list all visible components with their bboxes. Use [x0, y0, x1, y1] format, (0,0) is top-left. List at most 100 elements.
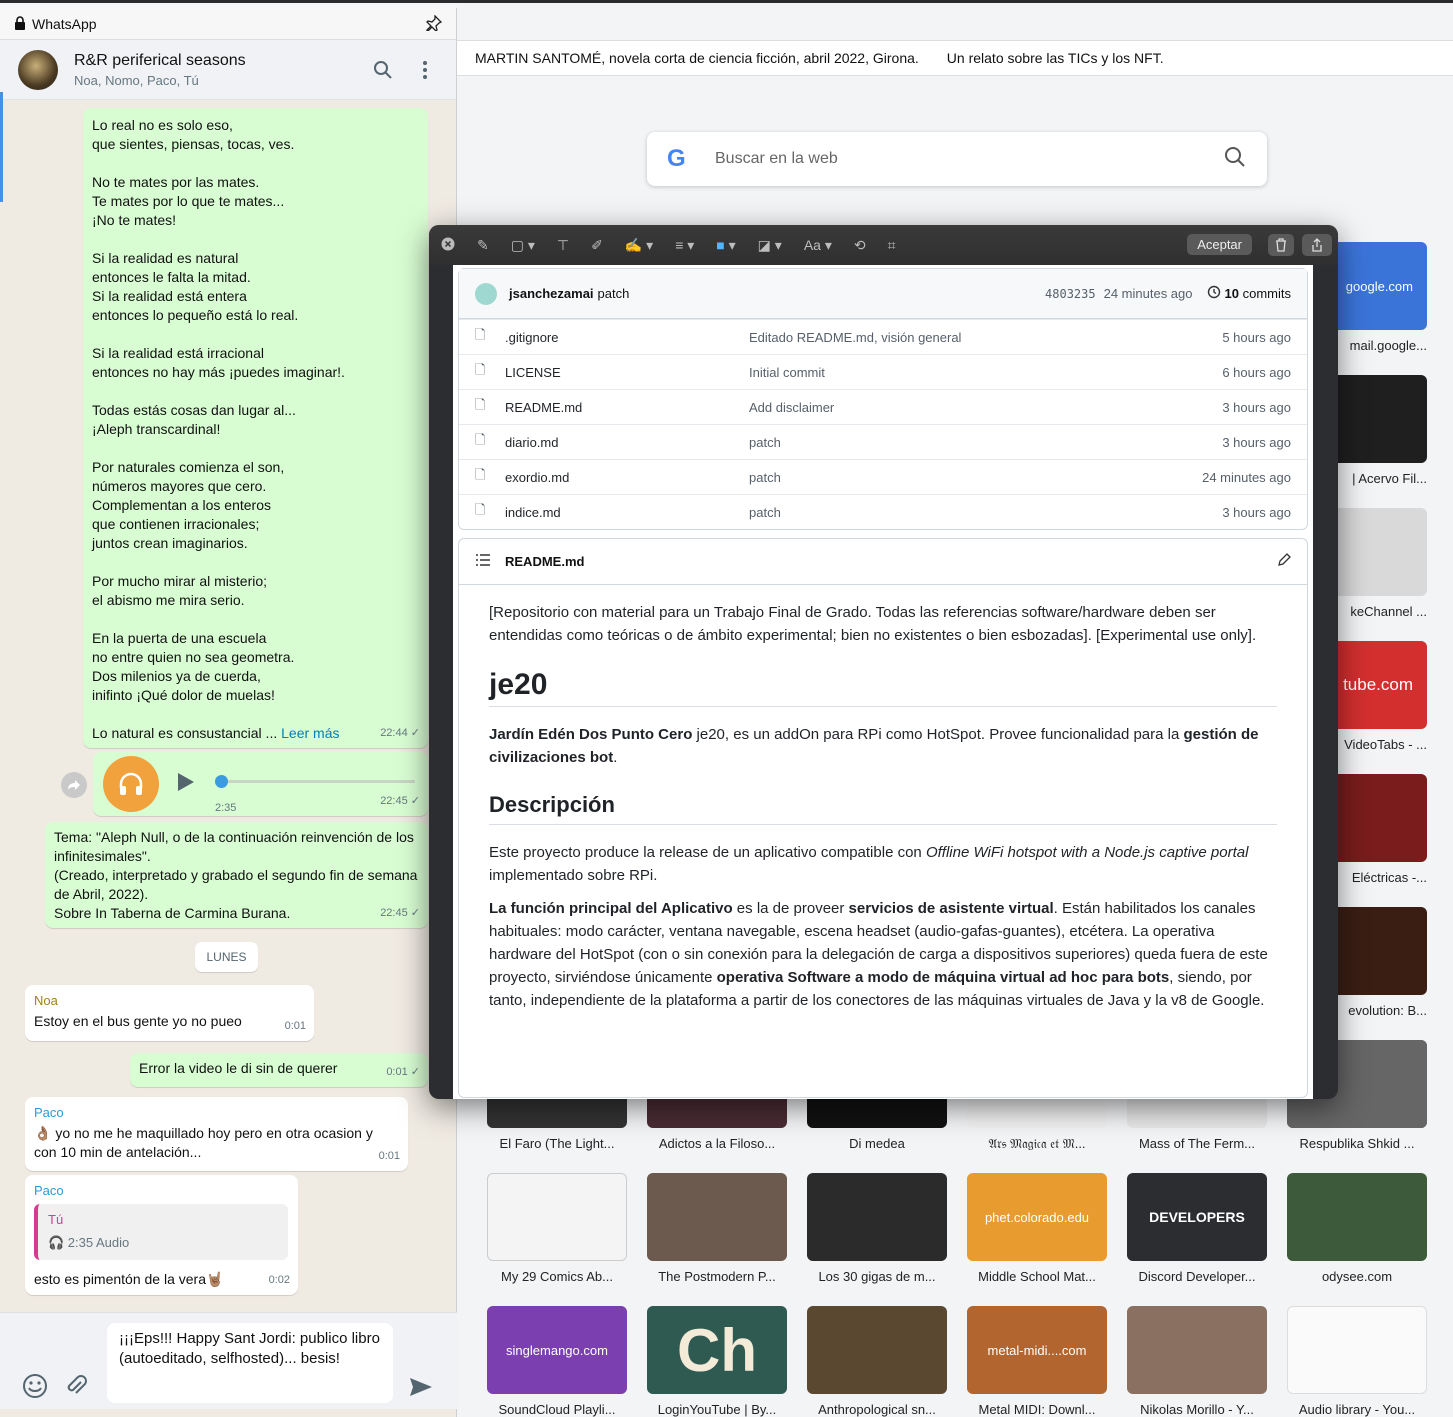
web-search-box[interactable]: G Buscar en la web [647, 132, 1267, 186]
file-commit-message[interactable]: Add disclaimer [749, 400, 1222, 415]
shortcut-tile[interactable]: My 29 Comics Ab... [487, 1173, 627, 1284]
message-input[interactable]: ¡¡¡Eps!!! Happy Sant Jordi: publico libr… [107, 1323, 393, 1403]
commit-author[interactable]: jsanchezamai [509, 286, 594, 301]
forward-button[interactable] [61, 772, 87, 798]
list-icon[interactable] [475, 554, 491, 569]
message-text: Estoy en el bus gente yo no pueo [34, 1013, 242, 1029]
crop-icon[interactable]: ⌗ [888, 237, 896, 254]
chat-header[interactable]: R&R periferical seasons Noa, Nomo, Paco,… [0, 40, 456, 100]
textbox-icon[interactable]: ⊤ [557, 237, 569, 254]
readme-header: README.md [459, 539, 1307, 585]
file-name[interactable]: LICENSE [505, 365, 749, 380]
message-bubble-own[interactable]: Error la video le di sin de querer 0:01 … [130, 1053, 428, 1087]
bold-text: operativa Software a modo de máquina vir… [716, 969, 1170, 986]
file-date: 3 hours ago [1222, 399, 1291, 415]
chat-name: R&R periferical seasons [74, 51, 246, 69]
tile-caption: Discord Developer... [1138, 1269, 1256, 1284]
quoted-message[interactable]: Tú 🎧 2:35 Audio [34, 1204, 288, 1260]
trash-icon[interactable] [1268, 234, 1294, 256]
group-avatar[interactable] [18, 49, 58, 90]
commit-message[interactable]: patch [598, 286, 1045, 301]
edit-pencil-icon[interactable] [1277, 553, 1291, 570]
font-style-button[interactable]: Aa ▾ [804, 237, 832, 254]
latest-commit-bar: jsanchezamai patch 4803235 24 minutes ag… [459, 269, 1307, 319]
emoji-icon[interactable] [22, 1373, 48, 1404]
shortcut-tile[interactable]: odysee.com [1287, 1173, 1427, 1284]
headphones-icon [103, 756, 159, 812]
file-name[interactable]: .gitignore [505, 330, 749, 345]
file-row[interactable]: 🗋 exordio.md patch 24 minutes ago [459, 459, 1307, 494]
readme-title: README.md [505, 554, 585, 569]
line-style-icon[interactable]: ≡ ▾ [675, 237, 694, 254]
search-icon[interactable] [1223, 145, 1247, 174]
tile-caption: Di medea [849, 1136, 905, 1151]
sketch-icon[interactable]: ✎ [477, 237, 489, 254]
border-color-icon[interactable]: ■ ▾ [716, 237, 735, 254]
shortcut-tile[interactable]: Nikolas Morillo - Y... [1127, 1306, 1267, 1417]
fill-color-icon[interactable]: ◪ ▾ [758, 237, 782, 254]
file-icon: 🗋 [475, 432, 486, 447]
file-name[interactable]: indice.md [505, 505, 749, 520]
file-name[interactable]: exordio.md [505, 470, 749, 485]
file-name[interactable]: diario.md [505, 435, 749, 450]
bookmark-item[interactable]: Un relato sobre las TICs y los NFT. [947, 50, 1164, 66]
menu-icon[interactable] [412, 57, 438, 83]
shortcut-tile[interactable]: phet.colorado.edu Middle School Mat... [967, 1173, 1107, 1284]
message-bubble-description[interactable]: Tema: "Aleph Null, o de la continuación … [45, 822, 428, 928]
attach-icon[interactable] [64, 1373, 88, 1404]
shortcut-tile[interactable]: The Postmodern P... [647, 1173, 787, 1284]
read-more-link[interactable]: Leer más [281, 725, 339, 741]
message-bubble-poem[interactable]: Lo real no es solo eso, que sientes, pie… [83, 108, 428, 748]
commit-count-link[interactable]: 10 commits [1225, 286, 1291, 301]
shortcut-tile[interactable]: DEVELOPERS Discord Developer... [1127, 1173, 1267, 1284]
file-date: 6 hours ago [1222, 364, 1291, 380]
file-commit-message[interactable]: patch [749, 470, 1202, 485]
file-row[interactable]: 🗋 LICENSE Initial commit 6 hours ago [459, 354, 1307, 389]
shortcut-tile[interactable]: metal-midi....com Metal MIDI: Downl... [967, 1306, 1107, 1417]
tile-caption: Respublika Shkid ... [1299, 1136, 1415, 1151]
play-icon[interactable] [177, 772, 195, 797]
file-row[interactable]: 🗋 README.md Add disclaimer 3 hours ago [459, 389, 1307, 424]
voice-message-bubble[interactable]: 2:35 22:45 ✓ [93, 752, 428, 816]
send-icon[interactable] [409, 1377, 433, 1402]
rotate-icon[interactable]: ⟲ [854, 237, 866, 254]
file-icon: 🗋 [475, 467, 486, 482]
message-bubble-noa[interactable]: Noa Estoy en el bus gente yo no pueo 0:0… [25, 985, 314, 1041]
shortcut-tile[interactable]: Audio library - You... [1287, 1306, 1427, 1417]
close-icon[interactable] [441, 237, 455, 254]
highlight-icon[interactable]: ✐ [591, 237, 603, 254]
file-commit-message[interactable]: patch [749, 435, 1222, 450]
commit-count: 10 [1224, 286, 1239, 301]
audio-progress-track[interactable] [221, 780, 415, 783]
shortcut-tile[interactable]: singlemango.com SoundCloud Playli... [487, 1306, 627, 1417]
commit-hash[interactable]: 4803235 [1045, 287, 1096, 301]
file-commit-message[interactable]: Editado README.md, visión general [749, 330, 1222, 345]
file-commit-message[interactable]: Initial commit [749, 365, 1222, 380]
signature-icon[interactable]: ✍ ▾ [625, 237, 653, 254]
file-commit-message[interactable]: patch [749, 505, 1222, 520]
file-name[interactable]: README.md [505, 400, 749, 415]
user-avatar-icon [475, 282, 497, 305]
shapes-icon[interactable]: ▢ ▾ [511, 237, 535, 254]
share-icon[interactable] [1302, 234, 1332, 256]
search-icon[interactable] [370, 57, 396, 83]
message-bubble-paco[interactable]: Paco 👌🏽 yo no me he maquillado hoy pero … [25, 1097, 408, 1171]
file-row[interactable]: 🗋 diario.md patch 3 hours ago [459, 424, 1307, 459]
bold-text: Jardín Edén Dos Punto Cero [489, 726, 693, 743]
pin-icon[interactable] [426, 14, 443, 34]
message-bubble-paco-reply[interactable]: Paco Tú 🎧 2:35 Audio esto es pimentón de… [25, 1175, 298, 1295]
message-time: 22:44 ✓ [380, 727, 420, 739]
audio-progress-thumb[interactable] [215, 775, 228, 788]
readme-subheading: Descripción [489, 779, 1277, 825]
file-row[interactable]: 🗋 indice.md patch 3 hours ago [459, 494, 1307, 529]
bookmark-item[interactable]: MARTIN SANTOMÉ, novela corta de ciencia … [475, 50, 919, 66]
shortcut-tile[interactable]: Ch LoginYouTube | By... [647, 1306, 787, 1417]
shortcut-tile[interactable]: Los 30 gigas de m... [807, 1173, 947, 1284]
tile-caption: Audio library - You... [1298, 1402, 1416, 1417]
shortcut-tile[interactable]: Anthropological sn... [807, 1306, 947, 1417]
accept-button[interactable]: Aceptar [1187, 234, 1252, 255]
selection-indicator [0, 92, 3, 202]
date-label: LUNES [206, 950, 247, 964]
tile-caption: My 29 Comics Ab... [501, 1269, 613, 1284]
file-row[interactable]: 🗋 .gitignore Editado README.md, visión gen… [459, 319, 1307, 354]
